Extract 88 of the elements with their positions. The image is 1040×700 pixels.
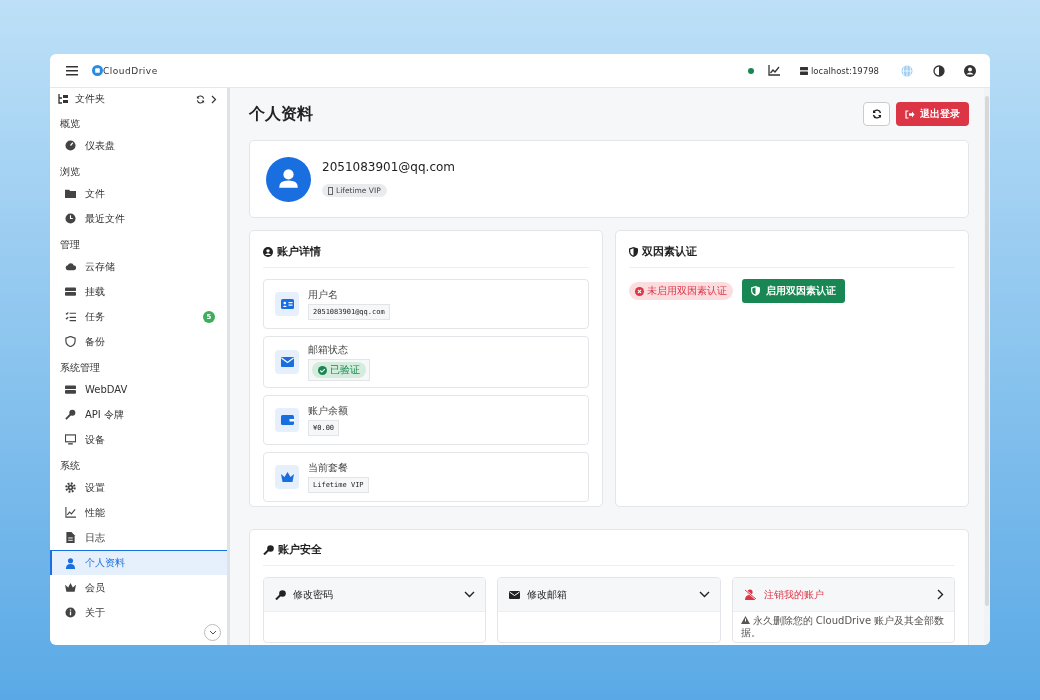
panel-header[interactable]: 修改邮箱 [498,578,720,611]
contrast-icon[interactable] [933,64,945,77]
sidebar-item[interactable]: 会员 [50,575,227,600]
chevron-down-icon [464,591,476,598]
card-title: 账户安全 [278,543,322,557]
panel-header[interactable]: 注销我的账户 [732,578,954,611]
doc-icon [65,532,76,543]
user-icon [65,557,76,569]
chevron-right-icon[interactable] [211,94,217,104]
folder-header: 文件夹 [75,92,105,106]
field-label: 当前套餐 [308,461,348,475]
tree-icon [58,94,69,104]
envelope-icon [275,350,299,374]
card-title: 双因素认证 [642,245,697,259]
list-icon [65,311,76,322]
refresh-icon [871,109,882,119]
user-icon[interactable] [964,64,976,77]
avatar-icon [266,156,311,202]
refresh-icon[interactable] [196,94,205,104]
warning-note: 永久删除您的 CloudDrive 账户及其全部数据。 [740,615,946,639]
gear-icon [65,482,76,493]
sidebar-item[interactable]: 最近文件 [50,206,227,231]
page-title: 个人资料 [249,103,313,125]
drive-icon [65,286,76,297]
field-label: 用户名 [308,288,338,302]
logo-icon [92,65,103,76]
shield-icon [629,247,638,257]
refresh-button[interactable] [863,102,890,126]
enable-2fa-button[interactable]: 启用双因素认证 [742,279,845,303]
chart-icon[interactable] [767,65,780,76]
sidebar-item[interactable]: API 令牌 [50,402,227,427]
envelope-icon [509,590,521,599]
sidebar-item[interactable]: 日志 [50,525,227,550]
clock-icon [65,213,76,224]
warning-icon [740,616,750,624]
chevron-down-icon [698,591,710,598]
user-email: 2051083901@qq.com [322,159,456,174]
shield-icon [751,286,760,296]
menu-icon[interactable] [66,65,78,76]
scrollbar-thumb[interactable] [985,96,989,606]
logout-button[interactable]: 退出登录 [896,102,969,126]
panel-header[interactable]: 修改密码 [264,578,486,611]
user-remove-icon [743,589,757,600]
cloud-icon [65,261,76,272]
sidebar-item[interactable]: 设置 [50,475,227,500]
chevron-down-icon [208,630,217,635]
sidebar-item[interactable]: 设备 [50,427,227,452]
wallet-icon [275,408,299,432]
crown-icon [275,465,299,489]
shield-icon [65,336,76,347]
card-title: 账户详情 [277,245,321,259]
key-icon [275,589,286,600]
check-circle-icon [318,365,327,375]
sidebar-item[interactable]: 关于 [50,600,227,625]
chart-icon [65,507,76,518]
id-card-icon [275,292,299,316]
sidebar-item[interactable]: 个人资料 [50,550,227,575]
x-circle-icon [635,286,644,296]
info-icon [65,607,76,618]
status-badge: 未启用双因素认证 [629,282,733,300]
server-host[interactable]: localhost:19798 [799,65,879,76]
section-title: 概览 [59,117,81,131]
section-title: 系统 [59,459,81,473]
sidebar-item[interactable]: WebDAV [50,377,227,402]
brand-name: CloudDrive [103,65,158,76]
chevron-right-icon [937,589,944,600]
server-icon [799,66,808,75]
section-title: 浏览 [59,165,81,179]
key-icon [65,409,76,420]
user-circle-icon [263,247,273,257]
section-title: 管理 [59,238,81,252]
sign-out-icon [905,109,915,119]
sidebar-item[interactable]: 性能 [50,500,227,525]
field-label: 邮箱状态 [308,343,348,357]
gauge-icon [65,140,76,151]
section-title: 系统管理 [59,361,101,375]
sidebar-item[interactable]: 云存储 [50,254,227,279]
sidebar-item[interactable]: 备份 [50,329,227,354]
sidebar-item[interactable]: 挂载 [50,279,227,304]
key-icon [263,545,274,555]
monitor-icon [65,434,76,445]
verified-badge: 已验证 [312,362,366,378]
crown-icon [65,582,76,593]
sidebar-item[interactable]: 仪表盘 [50,133,227,158]
drive-icon [65,384,76,395]
field-label: 账户余额 [308,404,348,418]
folder-icon [65,188,76,199]
sidebar-item[interactable]: 文件 [50,181,227,206]
